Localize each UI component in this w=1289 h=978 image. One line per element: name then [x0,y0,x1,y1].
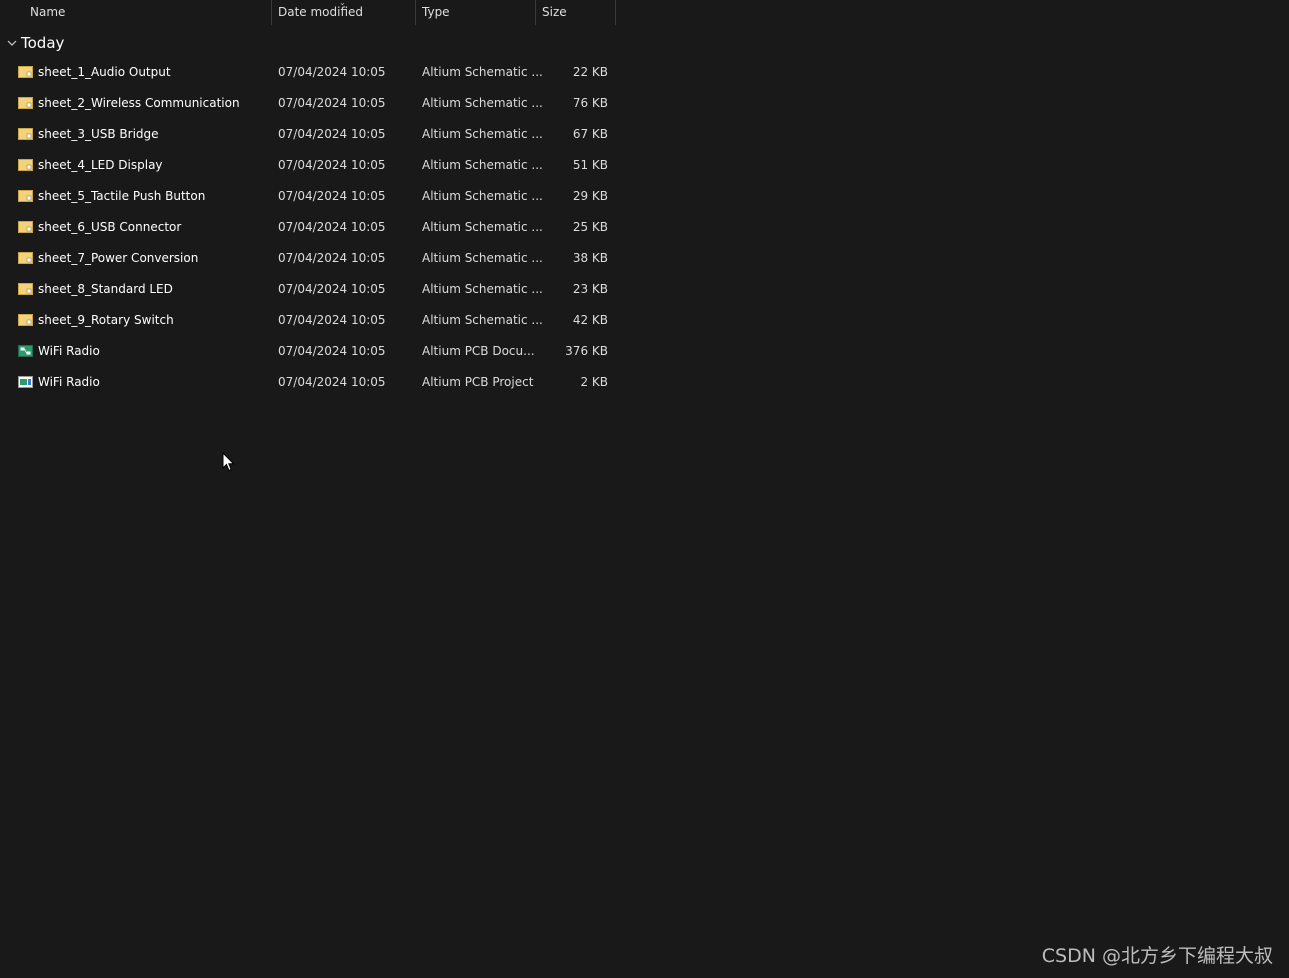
file-date-modified: 07/04/2024 10:05 [278,96,386,110]
file-name[interactable]: WiFi Radio [38,367,100,398]
schematic-file-icon [18,283,33,295]
file-date-modified: 07/04/2024 10:05 [278,313,386,327]
file-size: 376 KB [565,344,608,358]
file-type: Altium Schematic ... [422,96,543,110]
file-name[interactable]: sheet_9_Rotary Switch [38,305,174,336]
file-name[interactable]: sheet_5_Tactile Push Button [38,181,205,212]
file-size: 29 KB [572,189,608,203]
column-header-date-label: Date modified [278,5,364,19]
file-type: Altium PCB Project [422,375,534,389]
schematic-file-icon [18,190,33,202]
file-row[interactable]: sheet_9_Rotary Switch 07/04/2024 10:05 Alt… [0,305,616,336]
pcb-project-icon [18,376,33,388]
file-size: 23 KB [572,282,608,296]
schematic-file-icon [18,128,33,140]
file-date-modified: 07/04/2024 10:05 [278,251,386,265]
sort-descending-icon: ⌄ [339,0,346,7]
file-type: Altium Schematic ... [422,220,543,234]
file-row[interactable]: sheet_1_Audio Output 07/04/2024 10:05 Alti… [0,57,616,88]
schematic-file-icon [18,66,33,78]
column-header-type[interactable]: Type [416,0,536,25]
file-row[interactable]: sheet_2_Wireless Communication 07/04/2024… [0,88,616,119]
file-row[interactable]: WiFi Radio 07/04/2024 10:05 Altium PCB Doc… [0,336,616,367]
schematic-file-icon [18,252,33,264]
column-header-size-label: Size [542,5,567,19]
file-row[interactable]: sheet_8_Standard LED 07/04/2024 10:05 Alti… [0,274,616,305]
file-name[interactable]: sheet_4_LED Display [38,150,163,181]
file-row[interactable]: sheet_7_Power Conversion 07/04/2024 10:05… [0,243,616,274]
file-type: Altium Schematic ... [422,65,543,79]
file-name[interactable]: sheet_1_Audio Output [38,57,171,88]
file-date-modified: 07/04/2024 10:05 [278,375,386,389]
schematic-file-icon [18,159,33,171]
file-type: Altium Schematic ... [422,127,543,141]
group-title: Today [21,34,65,52]
schematic-file-icon [18,221,33,233]
file-size: 51 KB [572,158,608,172]
file-size: 42 KB [572,313,608,327]
chevron-down-icon[interactable] [6,37,18,49]
file-size: 67 KB [572,127,608,141]
pcb-document-icon [18,345,33,357]
file-row[interactable]: sheet_4_LED Display 07/04/2024 10:05 Altiu… [0,150,616,181]
file-name[interactable]: sheet_2_Wireless Communication [38,88,240,119]
file-type: Altium Schematic ... [422,158,543,172]
file-date-modified: 07/04/2024 10:05 [278,282,386,296]
file-date-modified: 07/04/2024 10:05 [278,127,386,141]
file-row[interactable]: WiFi Radio 07/04/2024 10:05 Altium PCB Pro… [0,367,616,398]
mouse-cursor-icon [222,452,235,472]
file-name[interactable]: sheet_6_USB Connector [38,212,181,243]
schematic-file-icon [18,97,33,109]
file-row[interactable]: sheet_6_USB Connector 07/04/2024 10:05 Alt… [0,212,616,243]
file-size: 76 KB [572,96,608,110]
watermark: CSDN @北方乡下编程大叔 [1041,945,1273,967]
file-size: 25 KB [572,220,608,234]
file-date-modified: 07/04/2024 10:05 [278,65,386,79]
file-date-modified: 07/04/2024 10:05 [278,344,386,358]
column-header-size[interactable]: Size [536,0,616,25]
file-type: Altium Schematic ... [422,313,543,327]
file-name[interactable]: sheet_7_Power Conversion [38,243,198,274]
file-size: 2 KB [580,375,608,389]
file-type: Altium Schematic ... [422,282,543,296]
file-size: 22 KB [572,65,608,79]
column-header-name-label: Name [30,5,66,19]
file-list: sheet_1_Audio Output 07/04/2024 10:05 Alti… [0,57,616,398]
file-date-modified: 07/04/2024 10:05 [278,220,386,234]
file-type: Altium Schematic ... [422,189,543,203]
file-name[interactable]: WiFi Radio [38,336,100,367]
file-name[interactable]: sheet_3_USB Bridge [38,119,159,150]
file-explorer: Name Date modified ⌄ Type Size Today she… [0,0,1289,978]
column-header-name[interactable]: Name [0,0,272,25]
file-row[interactable]: sheet_5_Tactile Push Button 07/04/2024 10… [0,181,616,212]
file-name[interactable]: sheet_8_Standard LED [38,274,173,305]
file-type: Altium PCB Docu... [422,344,535,358]
file-date-modified: 07/04/2024 10:05 [278,189,386,203]
file-type: Altium Schematic ... [422,251,543,265]
file-date-modified: 07/04/2024 10:05 [278,158,386,172]
column-header-type-label: Type [422,5,450,19]
file-size: 38 KB [572,251,608,265]
schematic-file-icon [18,314,33,326]
file-row[interactable]: sheet_3_USB Bridge 07/04/2024 10:05 Altium… [0,119,616,150]
